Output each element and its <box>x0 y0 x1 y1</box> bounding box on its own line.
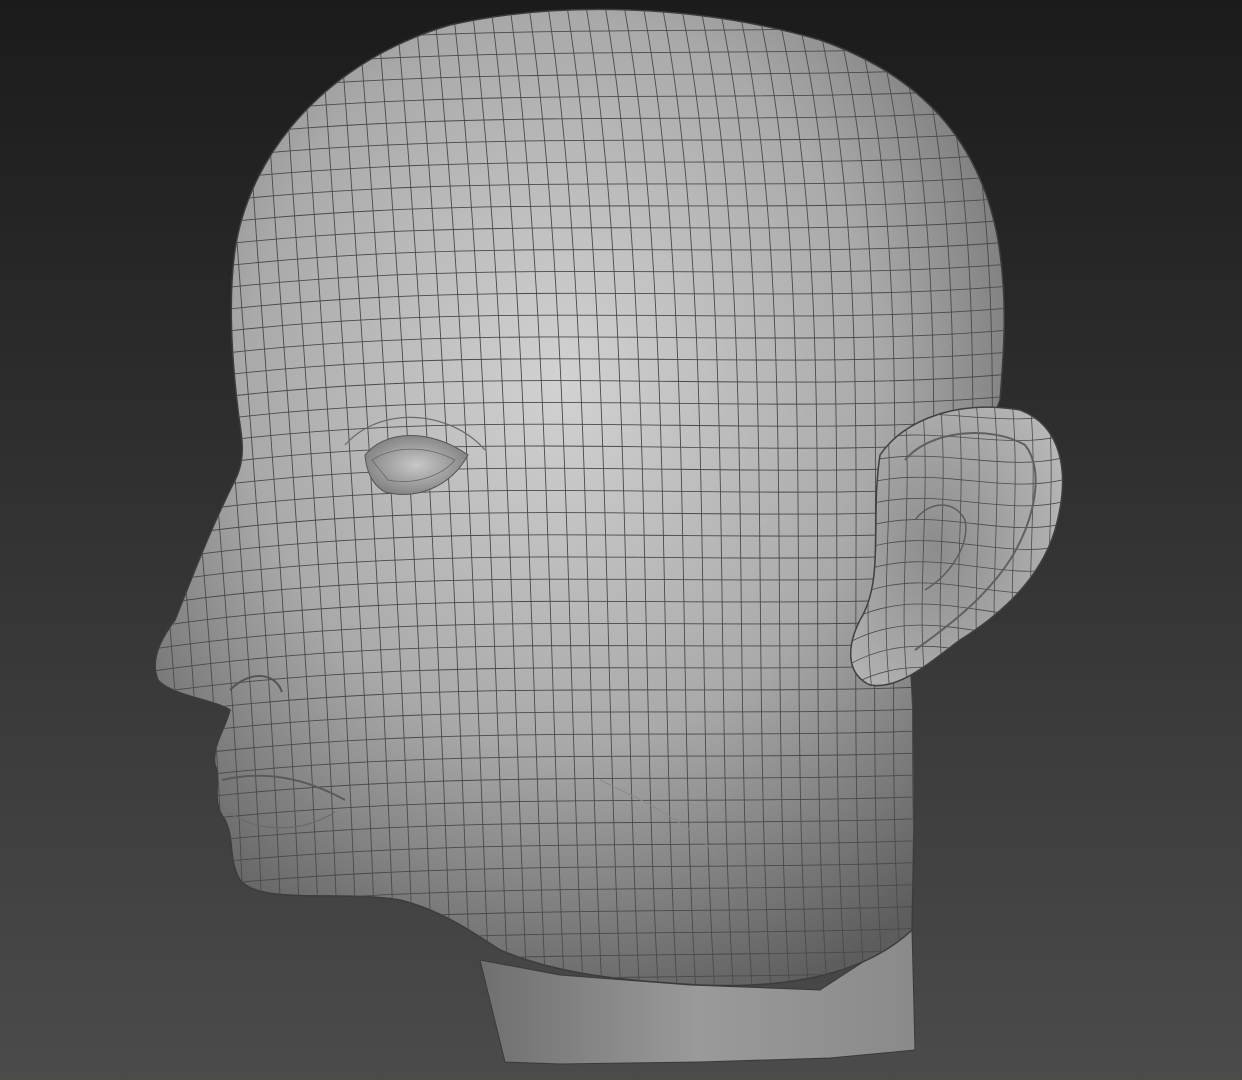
viewport-bottom-border <box>0 1076 1242 1080</box>
wireframe-edge <box>155 9 209 986</box>
wireframe-edge <box>155 9 190 986</box>
wireframe-edge <box>155 9 171 986</box>
viewport-3d[interactable] <box>0 0 1242 1080</box>
head-model[interactable] <box>0 0 1242 1080</box>
